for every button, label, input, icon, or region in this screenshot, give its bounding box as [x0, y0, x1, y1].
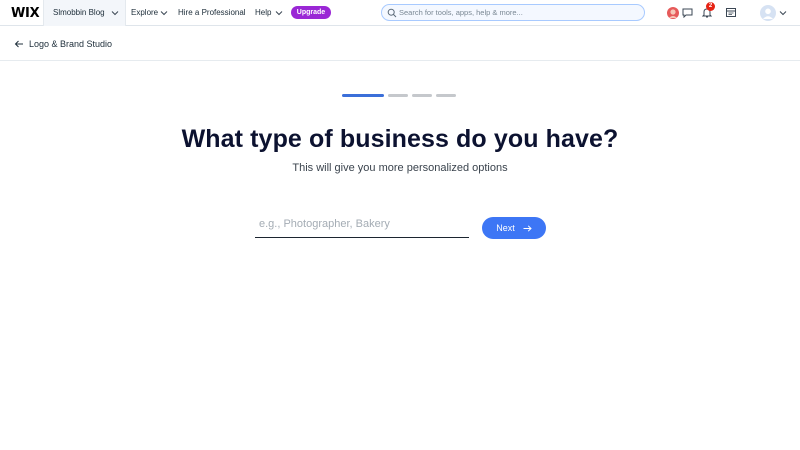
search-placeholder: Search for tools, apps, help & more...: [399, 8, 523, 17]
chevron-down-icon: [111, 11, 119, 16]
user-avatar-icon[interactable]: [667, 7, 679, 19]
business-type-input[interactable]: [255, 210, 469, 238]
progress-step-3: [412, 94, 432, 97]
arrow-left-icon: [14, 40, 23, 48]
back-link[interactable]: Logo & Brand Studio: [14, 38, 112, 50]
nav-hire-professional[interactable]: Hire a Professional: [178, 8, 246, 17]
upgrade-button[interactable]: Upgrade: [291, 6, 331, 19]
chevron-down-icon[interactable]: [779, 10, 787, 16]
page-title: What type of business do you have?: [181, 125, 619, 153]
arrow-right-icon: [523, 224, 532, 232]
page-subtitle: This will give you more personalized opt…: [292, 162, 508, 174]
step-progress: [342, 94, 456, 97]
progress-step-2: [388, 94, 408, 97]
top-bar: WIX Slmobbin Blog Explore Hire a Profess…: [0, 0, 800, 26]
nav-help[interactable]: Help: [255, 8, 271, 17]
account-avatar-icon[interactable]: [760, 5, 776, 21]
search-icon: [387, 8, 397, 18]
notification-count-badge: 2: [706, 2, 715, 11]
site-switcher[interactable]: Slmobbin Blog: [43, 0, 126, 26]
progress-step-1: [342, 94, 384, 97]
chat-icon[interactable]: [682, 8, 693, 18]
site-preview-icon[interactable]: [726, 8, 736, 17]
wix-logo[interactable]: WIX: [11, 6, 40, 21]
next-button[interactable]: Next: [482, 217, 546, 239]
search-bar[interactable]: Search for tools, apps, help & more...: [381, 4, 645, 21]
chevron-down-icon: [160, 11, 168, 16]
progress-step-4: [436, 94, 456, 97]
back-link-label: Logo & Brand Studio: [29, 39, 113, 49]
site-name: Slmobbin Blog: [53, 8, 105, 17]
sub-header: Logo & Brand Studio: [0, 26, 800, 61]
next-button-label: Next: [496, 223, 515, 233]
nav-explore[interactable]: Explore: [131, 8, 158, 17]
chevron-down-icon: [275, 11, 283, 16]
